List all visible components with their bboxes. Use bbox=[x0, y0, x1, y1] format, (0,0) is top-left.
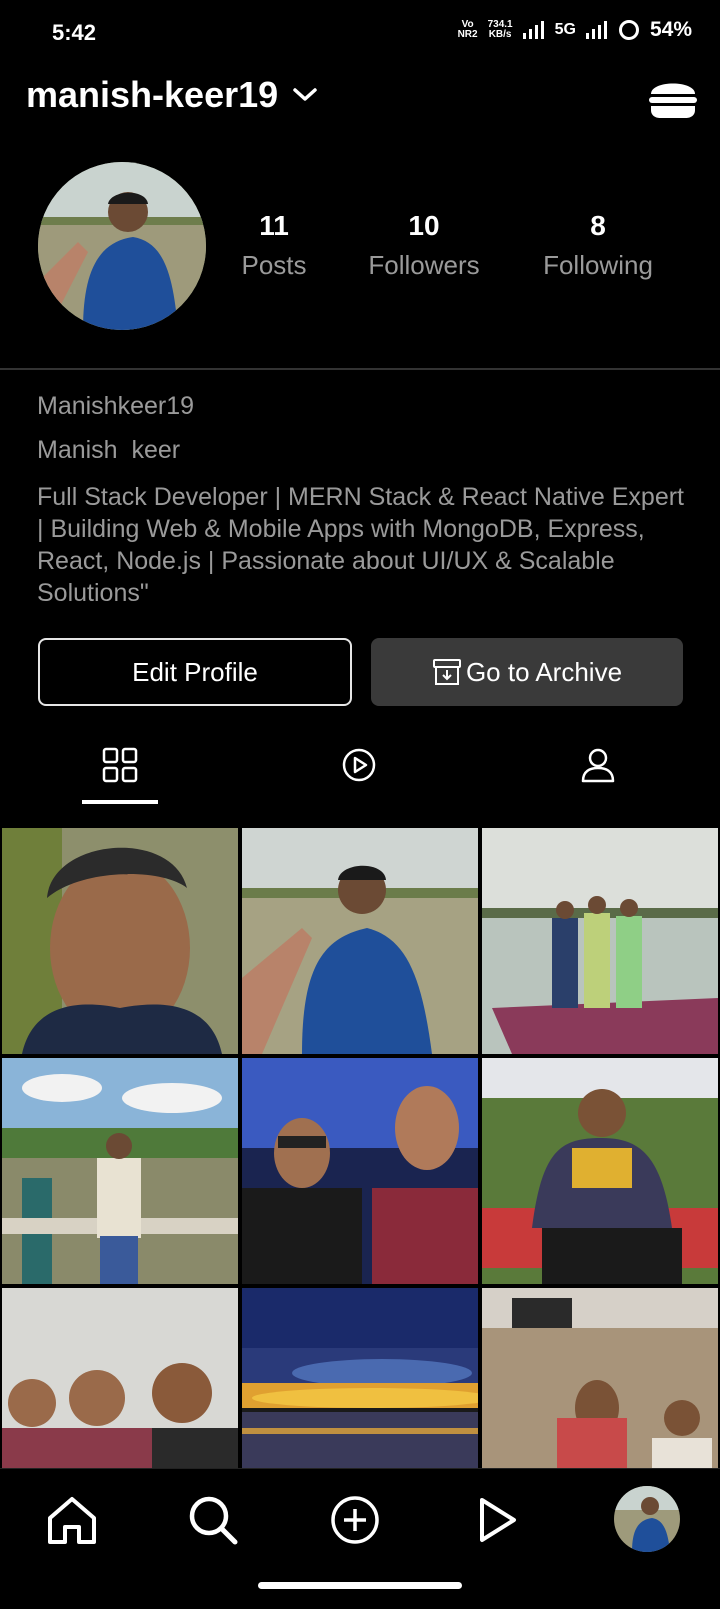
divider bbox=[0, 368, 720, 370]
profile-full-name: Manish keer bbox=[37, 436, 181, 464]
post-thumbnail[interactable] bbox=[2, 828, 238, 1054]
account-switcher[interactable]: manish-keer19 bbox=[26, 74, 318, 116]
post-thumbnail[interactable] bbox=[482, 828, 718, 1054]
tagged-person-icon bbox=[581, 748, 615, 783]
home-icon[interactable] bbox=[42, 1490, 102, 1550]
home-indicator[interactable] bbox=[258, 1582, 462, 1589]
status-icons: Vo NR2 734.1 KB/s 5G 54% bbox=[458, 18, 692, 42]
signal-icon bbox=[522, 21, 544, 39]
following-count[interactable]: 8 Following bbox=[536, 210, 660, 281]
reels-play-icon bbox=[342, 748, 376, 782]
post-thumbnail[interactable] bbox=[242, 1288, 478, 1468]
status-bar: 5:42 Vo NR2 734.1 KB/s 5G 54% bbox=[0, 0, 720, 70]
posts-grid bbox=[2, 828, 718, 1468]
post-thumbnail[interactable] bbox=[2, 1288, 238, 1468]
post-thumbnail[interactable] bbox=[242, 828, 478, 1054]
reels-icon[interactable] bbox=[466, 1490, 526, 1550]
username: manish-keer19 bbox=[26, 74, 279, 115]
tab-posts-grid[interactable] bbox=[90, 740, 150, 790]
post-thumbnail[interactable] bbox=[482, 1058, 718, 1284]
profile-avatar-nav[interactable] bbox=[612, 1484, 682, 1554]
volte-indicator: Vo NR2 bbox=[457, 19, 478, 40]
post-thumbnail[interactable] bbox=[2, 1058, 238, 1284]
tab-tagged[interactable] bbox=[568, 740, 628, 790]
hamburger-menu-icon[interactable] bbox=[646, 70, 700, 124]
clock: 5:42 bbox=[52, 20, 97, 45]
battery-level: 54% bbox=[649, 18, 692, 41]
network-type: 5G bbox=[554, 21, 576, 38]
network-speed: 734.1 KB/s bbox=[487, 19, 513, 40]
profile-avatar[interactable] bbox=[38, 162, 206, 330]
active-tab-indicator bbox=[82, 800, 158, 804]
grid-icon bbox=[102, 747, 138, 783]
edit-profile-button[interactable]: Edit Profile bbox=[38, 638, 352, 706]
search-icon[interactable] bbox=[183, 1490, 243, 1550]
battery-icon bbox=[618, 20, 639, 40]
archive-icon bbox=[432, 659, 461, 685]
add-post-icon[interactable] bbox=[325, 1490, 385, 1550]
profile-bio: Full Stack Developer | MERN Stack & Reac… bbox=[37, 483, 684, 607]
posts-count[interactable]: 11 Posts bbox=[238, 210, 310, 281]
tab-reels[interactable] bbox=[329, 740, 389, 790]
signal-icon-2 bbox=[585, 21, 607, 39]
post-thumbnail[interactable] bbox=[482, 1288, 718, 1468]
profile-handle: Manishkeer19 bbox=[37, 392, 195, 420]
post-thumbnail[interactable] bbox=[242, 1058, 478, 1284]
followers-count[interactable]: 10 Followers bbox=[362, 210, 486, 281]
chevron-down-icon bbox=[293, 88, 317, 101]
go-to-archive-button[interactable]: Go to Archive bbox=[371, 638, 683, 706]
